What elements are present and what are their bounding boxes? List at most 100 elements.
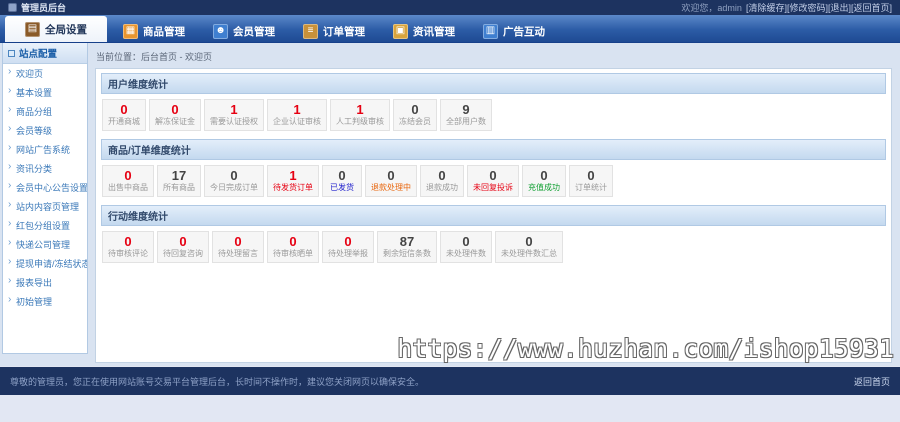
sidebar-item-member-levels[interactable]: 会员等级 bbox=[3, 121, 87, 140]
stat-box[interactable]: 0出售中商品 bbox=[102, 165, 154, 197]
stat-value: 0 bbox=[473, 168, 513, 183]
sidebar-item-basic-settings[interactable]: 基本设置 bbox=[3, 83, 87, 102]
stat-box[interactable]: 1人工判级审核 bbox=[330, 99, 390, 131]
breadcrumb-path: 后台首页 - 欢迎页 bbox=[141, 52, 212, 62]
stats-panel-title: 商品/订单维度统计 bbox=[101, 139, 886, 160]
stats-row: 0开通商城0解冻保证金1需要认证授权1企业认证审核1人工判级审核0冻结会员9全部… bbox=[101, 94, 886, 139]
stat-label: 待回复咨询 bbox=[163, 249, 203, 259]
stat-box[interactable]: 0待处理留言 bbox=[212, 231, 264, 263]
stat-box[interactable]: 0冻结会员 bbox=[393, 99, 437, 131]
tab-ad-interact-label: 广告互动 bbox=[503, 24, 545, 39]
stat-label: 充值成功 bbox=[528, 183, 560, 193]
sidebar-item-site-ad-system[interactable]: 网站广告系统 bbox=[3, 140, 87, 159]
stat-label: 未处理件数汇总 bbox=[501, 249, 557, 259]
stats-card: 用户维度统计0开通商城0解冻保证金1需要认证授权1企业认证审核1人工判级审核0冻… bbox=[95, 68, 892, 363]
topbar-link-change-password[interactable]: [修改密码] bbox=[787, 3, 828, 13]
welcome-text: 欢迎您，admin bbox=[681, 1, 742, 14]
global-settings-icon: ▤ bbox=[25, 22, 40, 37]
members-icon: ☻ bbox=[213, 24, 228, 39]
stats-row: 0出售中商品17所有商品0今日完成订单1待发货订单0已发货0退款处理中0退款成功… bbox=[101, 160, 886, 205]
sidebar-item-content-pages[interactable]: 站内内容页管理 bbox=[3, 197, 87, 216]
stat-value: 1 bbox=[336, 102, 384, 117]
sidebar-item-member-center-notice[interactable]: 会员中心公告设置 bbox=[3, 178, 87, 197]
stats-panel-1: 商品/订单维度统计0出售中商品17所有商品0今日完成订单1待发货订单0已发货0退… bbox=[101, 139, 886, 205]
tab-global-settings[interactable]: ▤全局设置 bbox=[5, 16, 107, 42]
stat-value: 0 bbox=[163, 234, 203, 249]
footer-back-home-link[interactable]: 返回首页 bbox=[854, 375, 890, 388]
stat-label: 需要认证授权 bbox=[210, 117, 258, 127]
stat-value: 0 bbox=[108, 234, 148, 249]
stat-box[interactable]: 0已发货 bbox=[322, 165, 362, 197]
news-icon: ▣ bbox=[393, 24, 408, 39]
sidebar-menu: 欢迎页基本设置商品分组会员等级网站广告系统资讯分类会员中心公告设置站内内容页管理… bbox=[3, 64, 87, 311]
sidebar-item-redpacket-groups[interactable]: 红包分组设置 bbox=[3, 216, 87, 235]
tab-member-manage-label: 会员管理 bbox=[233, 24, 275, 39]
stat-box[interactable]: 0待审核评论 bbox=[102, 231, 154, 263]
stat-box[interactable]: 87剩余短信条数 bbox=[377, 231, 437, 263]
topbar-link-back-home[interactable]: [返回首页] bbox=[851, 3, 892, 13]
stats-panel-0: 用户维度统计0开通商城0解冻保证金1需要认证授权1企业认证审核1人工判级审核0冻… bbox=[101, 73, 886, 139]
orders-icon: ≡ bbox=[303, 24, 318, 39]
stat-value: 0 bbox=[501, 234, 557, 249]
stat-box[interactable]: 0未回复投诉 bbox=[467, 165, 519, 197]
sidebar-item-report-export[interactable]: 报表导出 bbox=[3, 273, 87, 292]
stats-row: 0待审核评论0待回复咨询0待处理留言0待审核晒单0待处理举报87剩余短信条数0未… bbox=[101, 226, 886, 271]
sidebar-header-label: 站点配置 bbox=[19, 46, 57, 60]
titlebar: 管理员后台 欢迎您，admin [清除缓存][修改密码][退出][返回首页] bbox=[0, 0, 900, 15]
tab-news-manage[interactable]: ▣资讯管理 bbox=[381, 20, 467, 42]
tab-order-manage[interactable]: ≡订单管理 bbox=[291, 20, 377, 42]
stat-box[interactable]: 1需要认证授权 bbox=[204, 99, 264, 131]
sidebar-item-welcome-page[interactable]: 欢迎页 bbox=[3, 64, 87, 83]
stat-label: 待发货订单 bbox=[273, 183, 313, 193]
stat-box[interactable]: 0今日完成订单 bbox=[204, 165, 264, 197]
stat-box[interactable]: 0待审核晒单 bbox=[267, 231, 319, 263]
stat-box[interactable]: 0待回复咨询 bbox=[157, 231, 209, 263]
breadcrumb-label: 当前位置： bbox=[96, 52, 141, 62]
content-area: 站点配置 欢迎页基本设置商品分组会员等级网站广告系统资讯分类会员中心公告设置站内… bbox=[0, 43, 900, 366]
stat-value: 0 bbox=[371, 168, 411, 183]
topbar-link-logout[interactable]: [退出] bbox=[828, 3, 851, 13]
tab-goods-manage-label: 商品管理 bbox=[143, 24, 185, 39]
stat-value: 9 bbox=[446, 102, 486, 117]
app-title: 管理员后台 bbox=[21, 1, 66, 14]
stat-box[interactable]: 0待处理举报 bbox=[322, 231, 374, 263]
stat-value: 87 bbox=[383, 234, 431, 249]
stat-label: 未回复投诉 bbox=[473, 183, 513, 193]
stat-label: 开通商城 bbox=[108, 117, 140, 127]
stat-box[interactable]: 0订单统计 bbox=[569, 165, 613, 197]
stat-box[interactable]: 1企业认证审核 bbox=[267, 99, 327, 131]
sidebar-item-init-manage[interactable]: 初始管理 bbox=[3, 292, 87, 311]
tab-ad-interact[interactable]: ▥ 广告互动 bbox=[471, 20, 557, 42]
stat-box[interactable]: 0开通商城 bbox=[102, 99, 146, 131]
stat-value: 0 bbox=[218, 234, 258, 249]
stat-label: 人工判级审核 bbox=[336, 117, 384, 127]
tab-member-manage[interactable]: ☻ 会员管理 bbox=[201, 20, 287, 42]
stat-box[interactable]: 0未处理件数 bbox=[440, 231, 492, 263]
stat-value: 0 bbox=[328, 168, 356, 183]
stat-box[interactable]: 9全部用户数 bbox=[440, 99, 492, 131]
ads-icon: ▥ bbox=[483, 24, 498, 39]
site-config-icon bbox=[8, 50, 15, 57]
stat-value: 0 bbox=[575, 168, 607, 183]
stat-box[interactable]: 1待发货订单 bbox=[267, 165, 319, 197]
sidebar-item-news-categories[interactable]: 资讯分类 bbox=[3, 159, 87, 178]
stat-value: 0 bbox=[528, 168, 560, 183]
topbar-link-clear-cache[interactable]: [清除缓存] bbox=[746, 3, 787, 13]
stat-label: 待审核评论 bbox=[108, 249, 148, 259]
sidebar-item-withdraw-freeze[interactable]: 提现申请/冻结状态 bbox=[3, 254, 87, 273]
admin-logo-icon bbox=[8, 3, 17, 12]
sidebar-item-goods-groups[interactable]: 商品分组 bbox=[3, 102, 87, 121]
tab-goods-manage[interactable]: ▦商品管理 bbox=[111, 20, 197, 42]
stat-box[interactable]: 0未处理件数汇总 bbox=[495, 231, 563, 263]
stat-box[interactable]: 0退款处理中 bbox=[365, 165, 417, 197]
stat-box[interactable]: 0解冻保证金 bbox=[149, 99, 201, 131]
stat-value: 0 bbox=[446, 234, 486, 249]
stat-box[interactable]: 0退款成功 bbox=[420, 165, 464, 197]
sidebar-item-express-companies[interactable]: 快递公司管理 bbox=[3, 235, 87, 254]
footer-bar: 尊敬的管理员，您正在使用网站账号交易平台管理后台，长时间不操作时，建议您关闭网页… bbox=[0, 367, 900, 395]
footer-notice: 尊敬的管理员，您正在使用网站账号交易平台管理后台，长时间不操作时，建议您关闭网页… bbox=[10, 375, 424, 388]
stat-box[interactable]: 0充值成功 bbox=[522, 165, 566, 197]
stat-label: 已发货 bbox=[328, 183, 356, 193]
stat-box[interactable]: 17所有商品 bbox=[157, 165, 201, 197]
titlebar-links: [清除缓存][修改密码][退出][返回首页] bbox=[746, 1, 892, 14]
